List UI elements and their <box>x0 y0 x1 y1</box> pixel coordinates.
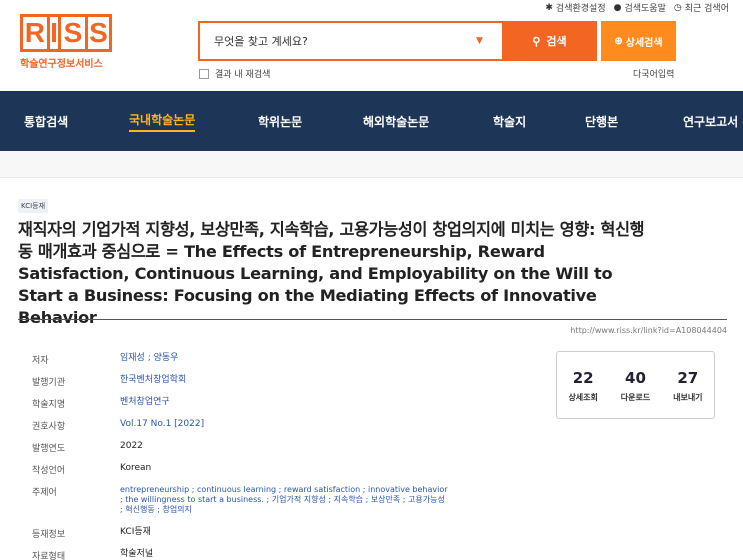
recent-search-link[interactable]: ◷ 최근 검색어 <box>673 1 729 15</box>
logo-subtitle: 학술연구정보서비스 <box>20 59 103 70</box>
advanced-search-button[interactable]: ⊕ 상세검색 <box>601 21 676 61</box>
stat-label: 상세조회 <box>568 393 598 402</box>
search-within-results[interactable]: 결과 내 재검색 <box>199 67 270 80</box>
meta-row-indexing: 등재정보 KCI등재 <box>32 527 512 549</box>
nav-label: 단행본 <box>585 114 619 129</box>
permalink[interactable]: http://www.riss.kr/link?id=A108044404 <box>570 326 727 335</box>
nav-item-books[interactable]: 단행본 <box>585 91 618 151</box>
gear-icon: ✱ <box>545 2 553 13</box>
meta-row-year: 발행연도 2022 <box>32 441 512 463</box>
meta-year-value: 2022 <box>120 441 143 451</box>
nav-item-domestic-papers[interactable]: 국내학술논문 <box>129 91 196 151</box>
within-results-checkbox[interactable] <box>199 68 209 79</box>
kci-badge: KCI등재 <box>18 199 49 213</box>
title-divider <box>18 319 727 320</box>
nav-item-journals[interactable]: 학술지 <box>493 91 526 151</box>
advanced-search-label: 상세검색 <box>625 37 663 49</box>
meta-row-volume: 권호사항 Vol.17 No.1 [2022] <box>32 419 512 441</box>
search-settings-link[interactable]: ✱ 검색환경설정 <box>545 1 606 15</box>
meta-indexing-value: KCI등재 <box>120 527 151 537</box>
meta-row-publisher: 발행기관 한국벤처창업학회 <box>32 375 512 397</box>
search-button-label: 검색 <box>546 36 567 48</box>
recent-search-label: 최근 검색어 <box>684 4 729 14</box>
nav-label: 학술지 <box>493 114 527 129</box>
search-help-label: 검색도움말 <box>624 4 666 14</box>
clock-icon: ◷ <box>673 2 682 13</box>
logo-letter: R <box>20 14 47 52</box>
within-results-label: 결과 내 재검색 <box>215 70 271 80</box>
nav-label: 국내학술논문 <box>129 111 196 132</box>
meta-label: 작성언어 <box>32 466 66 476</box>
nav-item-foreign-papers[interactable]: 해외학술논문 <box>363 91 429 151</box>
nav-item-integrated[interactable]: 통합검색 <box>24 91 68 151</box>
usage-stats: 22 상세조회 40 다운로드 27 내보내기 <box>556 351 715 419</box>
search-input[interactable] <box>200 34 476 48</box>
info-icon: ● <box>613 2 622 13</box>
article-metadata: 저자 임재성 ; 양동우 발행기관 한국벤처창업학회 학술지명 벤처창업연구 권… <box>32 353 512 560</box>
logo-letter: S <box>58 14 85 52</box>
stat-downloads: 40 다운로드 <box>621 369 650 418</box>
article-title: 재직자의 기업가적 지향성, 보상만족, 지속학습, 고용가능성이 창업의지에 … <box>18 220 645 327</box>
meta-label: 학술지명 <box>32 400 66 410</box>
meta-row-language: 작성언어 Korean <box>32 463 512 485</box>
nav-label: 연구보고서 <box>683 114 739 129</box>
meta-label: 등재정보 <box>32 530 66 540</box>
meta-type-value: 학술저널 <box>120 549 154 559</box>
nav-item-reports[interactable]: 연구보고서 <box>683 91 738 151</box>
meta-label: 발행기관 <box>32 378 66 388</box>
search-button[interactable]: ⚲ 검색 <box>502 21 597 61</box>
riss-logo[interactable]: R I S S 학술연구정보서비스 <box>20 14 112 70</box>
stat-label: 내보내기 <box>673 393 703 402</box>
stat-label: 다운로드 <box>620 393 651 402</box>
dropdown-arrow-icon[interactable]: ▼ <box>476 36 494 46</box>
meta-row-journal: 학술지명 벤처창업연구 <box>32 397 512 419</box>
stat-exports: 27 내보내기 <box>673 369 702 418</box>
meta-row-keywords: 주제어 entrepreneurship ; continuous learni… <box>32 485 512 527</box>
search-help-link[interactable]: ● 검색도움말 <box>613 1 666 15</box>
stat-views: 22 상세조회 <box>568 369 597 418</box>
stat-number: 27 <box>677 369 699 387</box>
meta-journal-value[interactable]: 벤처창업연구 <box>120 397 512 419</box>
stat-number: 40 <box>625 369 646 387</box>
nav-label: 통합검색 <box>24 114 69 129</box>
meta-label: 자료형태 <box>32 552 66 560</box>
logo-letter: S <box>84 14 112 52</box>
meta-row-author: 저자 임재성 ; 양동우 <box>32 353 512 375</box>
meta-label: 저자 <box>32 356 49 366</box>
multilang-input-link[interactable]: 다국어입력 <box>633 67 674 80</box>
meta-language-value: Korean <box>120 463 152 473</box>
stat-number: 22 <box>572 369 594 387</box>
search-settings-label: 검색환경설정 <box>555 4 606 14</box>
meta-label: 발행연도 <box>32 444 66 454</box>
nav-label: 학위논문 <box>258 114 303 129</box>
logo-mark: R I S S <box>20 14 112 52</box>
meta-volume-value[interactable]: Vol.17 No.1 [2022] <box>120 419 512 441</box>
nav-label: 해외학술논문 <box>363 114 430 129</box>
meta-author-value[interactable]: 임재성 ; 양동우 <box>120 353 512 375</box>
meta-label: 권호사항 <box>32 422 66 432</box>
meta-publisher-value[interactable]: 한국벤처창업학회 <box>120 375 512 397</box>
main-nav: 통합검색 국내학술논문 학위논문 해외학술논문 학술지 단행본 연구보고서 <box>0 91 743 151</box>
search-box: ▼ <box>198 21 502 61</box>
utility-links: ✱ 검색환경설정 ● 검색도움말 ◷ 최근 검색어 <box>545 1 729 15</box>
sub-band <box>0 151 743 178</box>
meta-keywords-value[interactable]: entrepreneurship ; continuous learning ;… <box>120 485 450 527</box>
meta-row-type: 자료형태 학술저널 <box>32 549 512 560</box>
logo-letter: I <box>46 14 59 52</box>
nav-item-theses[interactable]: 학위논문 <box>258 91 302 151</box>
search-icon: ⚲ <box>532 35 541 48</box>
plus-search-icon: ⊕ <box>614 35 623 47</box>
meta-label: 주제어 <box>32 488 57 498</box>
